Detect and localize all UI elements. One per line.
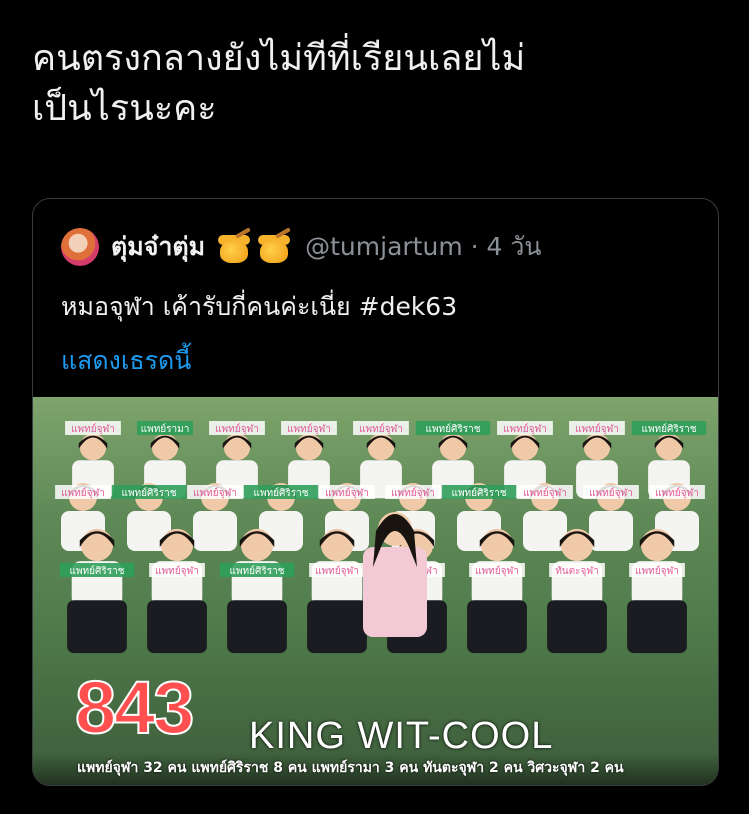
student-skirt xyxy=(467,600,527,654)
label-tag-text: แพทย์ศิริราช xyxy=(70,565,125,577)
label-tag-text: แพทย์ศิริราช xyxy=(230,565,285,577)
label-tag-text: แพทย์ศิริราช xyxy=(642,423,697,435)
student-face xyxy=(79,433,107,461)
student-face xyxy=(151,433,179,461)
quoted-tweet-header: ตุ่มจ๋าตุ่ม @tumjartum · 4 วัน xyxy=(61,225,542,269)
label-tag-text: แพทย์ศิริราช xyxy=(254,487,309,499)
student-face xyxy=(320,528,354,562)
student-face xyxy=(367,433,395,461)
label-tag-text: แพทย์รามา xyxy=(141,423,190,435)
tweet-text-line-1: คนตรงกลางยังไม่ทีที่เรียนเลยไม่ xyxy=(32,38,526,79)
honey-pot-icon xyxy=(217,227,252,263)
label-tag-text: แพทย์จุฬา xyxy=(193,487,237,499)
label-tag-text: แพทย์จุฬา xyxy=(71,423,115,435)
student-skirt xyxy=(307,600,367,654)
student-face xyxy=(583,433,611,461)
tweet-text: คนตรงกลางยังไม่ทีที่เรียนเลยไม่ เป็นไรนะ… xyxy=(32,34,722,134)
tweet-text-line-2: เป็นไรนะคะ xyxy=(32,88,217,129)
student-skirt xyxy=(67,600,127,654)
label-tag-text: แพทย์จุฬา xyxy=(359,423,403,435)
student-face xyxy=(511,433,539,461)
handle-and-time[interactable]: @tumjartum · 4 วัน xyxy=(305,227,541,267)
student-shirt xyxy=(193,511,237,551)
student-skirt xyxy=(627,600,687,654)
student-face xyxy=(295,433,323,461)
photo-caption: แพทย์จุฬา 32 คน แพทย์ศิริราช 8 คน แพทย์ร… xyxy=(77,760,624,776)
student-face xyxy=(223,433,251,461)
student-face xyxy=(439,433,467,461)
student-shirt xyxy=(589,511,633,551)
label-tag-text: แพทย์จุฬา xyxy=(475,565,519,577)
student-face xyxy=(80,528,114,562)
quoted-tweet-body: หมอจุฬา เค้ารับกี่คนค่ะเนี่ย #dek63 xyxy=(61,292,458,321)
teacher-dress xyxy=(363,547,427,637)
student-skirt xyxy=(147,600,207,654)
label-tag-text: แพทย์จุฬา xyxy=(575,423,619,435)
photo-number: 843 xyxy=(74,665,195,750)
label-tag-text: ทันตะจุฬา xyxy=(555,565,599,577)
student-skirt xyxy=(227,600,287,654)
label-tag-text: แพทย์จุฬา xyxy=(655,487,699,499)
student-face xyxy=(480,528,514,562)
student-face xyxy=(655,433,683,461)
label-tag-text: แพทย์จุฬา xyxy=(287,423,331,435)
student-face xyxy=(240,528,274,562)
label-tag-text: แพทย์จุฬา xyxy=(523,487,567,499)
label-tag-text: แพทย์จุฬา xyxy=(155,565,199,577)
label-tag-text: แพทย์ศิริราช xyxy=(452,487,507,499)
label-tag-text: แพทย์จุฬา xyxy=(315,565,359,577)
honey-pot-icon xyxy=(257,227,292,263)
show-thread-link[interactable]: แสดงเธรดนี้ xyxy=(61,341,191,381)
label-tag-text: แพทย์จุฬา xyxy=(503,423,547,435)
label-tag-text: แพทย์จุฬา xyxy=(61,487,105,499)
label-tag-text: แพทย์ศิริราช xyxy=(426,423,481,435)
display-name[interactable]: ตุ่มจ๋าตุ่ม xyxy=(111,227,205,267)
photo-subtitle: KING WIT-COOL xyxy=(249,715,554,757)
quoted-tweet-card[interactable]: ตุ่มจ๋าตุ่ม @tumjartum · 4 วัน หมอจุฬา เ… xyxy=(32,198,719,786)
label-tag-text: แพทย์จุฬา xyxy=(589,487,633,499)
photo-caption-bar: แพทย์จุฬา 32 คน แพทย์ศิริราช 8 คน แพทย์ร… xyxy=(33,753,718,785)
avatar[interactable] xyxy=(61,228,99,266)
label-tag-text: แพทย์จุฬา xyxy=(635,565,679,577)
student-face xyxy=(160,528,194,562)
label-tag-text: แพทย์ศิริราช xyxy=(122,487,177,499)
class-photo[interactable]: แพทย์จุฬา แพทย์รามา แพทย์จุฬา แพทย์จุฬา แพทย… xyxy=(33,397,718,785)
student-face xyxy=(640,528,674,562)
label-tag-text: แพทย์จุฬา xyxy=(215,423,259,435)
label-tag-text: แพทย์จุฬา xyxy=(391,487,435,499)
student-face xyxy=(560,528,594,562)
label-tag-text: แพทย์จุฬา xyxy=(325,487,369,499)
student-skirt xyxy=(547,600,607,654)
